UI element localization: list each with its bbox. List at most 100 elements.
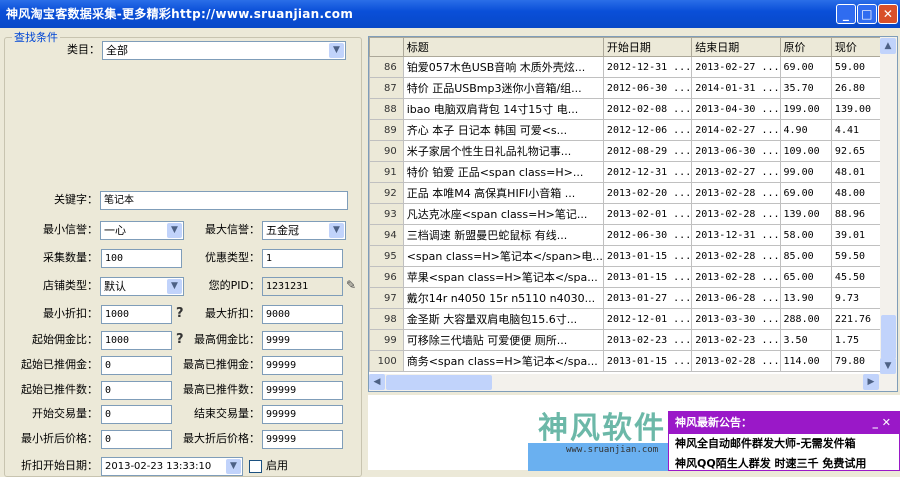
table-row[interactable]: 100 商务<span class=H>笔记本</spa... 2013-01-15… (369, 350, 897, 372)
min-items-input[interactable]: 0 (101, 381, 172, 400)
column-header[interactable]: 标题 (402, 37, 604, 57)
vertical-scroll-thumb[interactable] (881, 315, 896, 359)
horizontal-scrollbar[interactable]: ◀ ▶ (369, 374, 897, 391)
scroll-right-icon[interactable]: ▶ (863, 374, 879, 390)
column-header[interactable]: 现价 (830, 37, 882, 57)
table-cell: 86 (369, 56, 404, 78)
notice-item[interactable]: 神风QQ陌生人群发 时速三千 免费试用 (669, 454, 899, 474)
column-header[interactable]: 开始日期 (602, 37, 693, 57)
table-row[interactable]: 92 正品 本唯M4 高保真HIFI小音箱 ... 2013-02-20 ... 20… (369, 182, 897, 204)
notice-close-icon[interactable]: _ ✕ (872, 412, 891, 434)
vertical-scrollbar[interactable]: ▲ ▼ (880, 37, 897, 374)
enable-checkbox[interactable] (249, 460, 262, 473)
max-price-input[interactable]: 99999 (262, 430, 343, 449)
column-header[interactable] (369, 37, 404, 57)
table-row[interactable]: 94 三档调速 新盟曼巴蛇鼠标 有线... 2012-06-30 ... 2013-1… (369, 224, 897, 246)
edit-icon[interactable]: ✎ (346, 278, 356, 292)
keyword-input[interactable]: 笔记本 (100, 191, 348, 210)
table-cell: 13.90 (779, 287, 832, 309)
column-header[interactable]: 结束日期 (691, 37, 781, 57)
max-volume-input[interactable]: 99999 (262, 405, 343, 424)
horizontal-scroll-thumb[interactable] (386, 375, 492, 390)
promo-type-label: 优惠类型： (205, 251, 260, 264)
table-cell: 2014-02-27 ... (691, 119, 781, 141)
table-cell: 2012-02-08 ... (602, 98, 693, 120)
table-cell: 三档调速 新盟曼巴蛇鼠标 有线... (402, 224, 604, 246)
start-date-picker[interactable]: 2013-02-23 13:33:10 ▼ (101, 457, 243, 476)
table-row[interactable]: 95 <span class=H>笔记本</span>电... 2013-01-15… (369, 245, 897, 267)
table-cell: 45.50 (830, 266, 882, 288)
max-commission-input[interactable]: 9999 (262, 331, 343, 350)
count-input[interactable]: 100 (101, 249, 182, 268)
max-discount-input[interactable]: 9000 (262, 305, 343, 324)
table-row[interactable]: 87 特价 正品USBmp3迷你小音箱/组... 2012-06-30 ... 201… (369, 77, 897, 99)
table-row[interactable]: 97 戴尔14r n4050 15r n5110 n4030... 2013-01-… (369, 287, 897, 309)
table-cell: 2013-01-15 ... (602, 245, 693, 267)
column-header[interactable]: 原价 (779, 37, 832, 57)
table-cell: 139.00 (779, 203, 832, 225)
table-row[interactable]: 99 可移除三代墙贴 可爱便便 厕所... 2013-02-23 ... 2013-0… (369, 329, 897, 351)
max-credit-select[interactable]: 五金冠 ▼ (262, 221, 346, 240)
table-cell: 69.00 (779, 56, 832, 78)
close-button[interactable]: ✕ (878, 4, 898, 24)
min-items-label: 起始已推件数： (21, 383, 98, 396)
min-credit-label: 最小信誉： (43, 223, 98, 236)
min-discount-input[interactable]: 1000 (101, 305, 172, 324)
table-row[interactable]: 98 金圣斯 大容量双肩电脑包15.6寸... 2012-12-01 ... 2013… (369, 308, 897, 330)
table-cell: 59.00 (830, 56, 882, 78)
table-row[interactable]: 91 特价 铂爱 正品<span class=H>... 2012-12-31 ..… (369, 161, 897, 183)
notice-item[interactable]: 神风全自动邮件群发大师-无需发件箱 (669, 434, 899, 454)
table-cell: 85.00 (779, 245, 832, 267)
table-cell: 221.76 (830, 308, 882, 330)
pid-input[interactable]: 1231231 (262, 277, 343, 296)
table-cell: 2013-02-28 ... (691, 266, 781, 288)
max-items-input[interactable]: 99999 (262, 381, 343, 400)
scroll-down-icon[interactable]: ▼ (880, 358, 896, 374)
category-value: 全部 (106, 44, 128, 57)
table-cell: 特价 铂爱 正品<span class=H>... (402, 161, 604, 183)
table-cell: 94 (369, 224, 404, 246)
max-paid-input[interactable]: 99999 (262, 356, 343, 375)
min-credit-select[interactable]: 一心 ▼ (100, 221, 184, 240)
table-cell: 2013-02-20 ... (602, 182, 693, 204)
min-commission-input[interactable]: 1000 (101, 331, 172, 350)
table-row[interactable]: 90 米子家居个性生日礼品礼物记事... 2012-08-29 ... 2013-06… (369, 140, 897, 162)
table-cell: 2013-03-30 ... (691, 308, 781, 330)
table-cell: 齐心 本子 日记本 韩国 可爱<s... (402, 119, 604, 141)
table-cell: 99 (369, 329, 404, 351)
table-cell: 米子家居个性生日礼品礼物记事... (402, 140, 604, 162)
table-cell: 48.00 (830, 182, 882, 204)
min-volume-input[interactable]: 0 (101, 405, 172, 424)
minimize-button[interactable]: _ (836, 4, 856, 24)
table-cell: 2012-12-06 ... (602, 119, 693, 141)
start-date-value: 2013-02-23 13:33:10 (105, 461, 212, 472)
table-cell: 91 (369, 161, 404, 183)
help-icon[interactable]: ? (176, 332, 184, 347)
promo-type-input[interactable]: 1 (262, 249, 343, 268)
table-cell: 2013-02-01 ... (602, 203, 693, 225)
table-row[interactable]: 88 ibao 电脑双肩背包 14寸15寸 电... 2012-02-08 ... 2… (369, 98, 897, 120)
scroll-left-icon[interactable]: ◀ (369, 374, 385, 390)
table-cell: 2012-12-31 ... (602, 56, 693, 78)
table-row[interactable]: 93 凡达克冰座<span class=H>笔记... 2013-02-01 ...… (369, 203, 897, 225)
category-select[interactable]: 全部 ▼ (102, 41, 346, 60)
table-row[interactable]: 89 齐心 本子 日记本 韩国 可爱<s... 2012-12-06 ... 2014… (369, 119, 897, 141)
min-price-input[interactable]: 0 (101, 430, 172, 449)
shop-type-select[interactable]: 默认 ▼ (100, 277, 184, 296)
notice-popup: 神风最新公告： _ ✕ 神风全自动邮件群发大师-无需发件箱 神风QQ陌生人群发 时… (668, 411, 900, 471)
table-cell: 2013-06-30 ... (691, 140, 781, 162)
min-paid-input[interactable]: 0 (101, 356, 172, 375)
table-cell: 4.90 (779, 119, 832, 141)
banner[interactable]: 神风软件 www.sruanjian.com (528, 401, 678, 471)
maximize-button[interactable]: □ (857, 4, 877, 24)
table-row[interactable]: 86 铂爱057木色USB音响 木质外壳炫... 2012-12-31 ... 201… (369, 56, 897, 78)
table-row[interactable]: 96 苹果<span class=H>笔记本</spa... 2013-01-15 … (369, 266, 897, 288)
scroll-up-icon[interactable]: ▲ (880, 38, 896, 54)
table-cell: 2013-06-28 ... (691, 287, 781, 309)
table-cell: 2013-04-30 ... (691, 98, 781, 120)
max-credit-value: 五金冠 (266, 224, 299, 237)
shop-type-label: 店铺类型： (43, 279, 98, 292)
min-commission-label: 起始佣金比： (32, 333, 98, 346)
table-cell: 95 (369, 245, 404, 267)
table-cell: 2013-01-15 ... (602, 350, 693, 372)
